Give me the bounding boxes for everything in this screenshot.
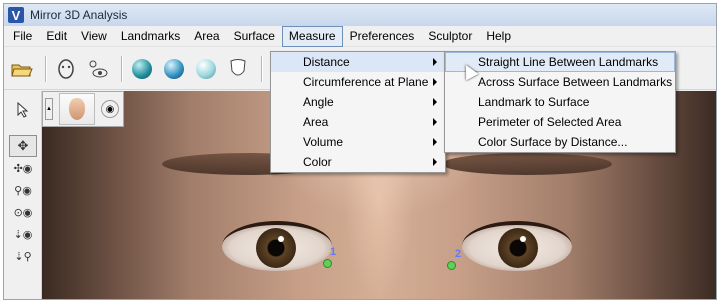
shaded-view-button[interactable] <box>128 55 156 83</box>
menu-item-label: Distance <box>303 55 350 69</box>
app-window: V Mirror 3D Analysis File Edit View Land… <box>3 3 717 300</box>
menu-bar: File Edit View Landmarks Area Surface Me… <box>4 25 716 47</box>
menu-measure[interactable]: Measure <box>281 25 343 47</box>
eye-glint <box>278 236 284 242</box>
pan-view-tool[interactable]: ✣◉ <box>9 157 37 179</box>
landmark-label-2: 2 <box>455 248 462 260</box>
tool-sidebar: ✥ ✣◉ ⚲◉ ⊙◉ ⇣◉ ⇣⚲ <box>4 91 42 299</box>
folder-icon <box>11 64 33 76</box>
submenu-arrow-icon <box>433 78 437 86</box>
menu-item-angle[interactable]: Angle <box>271 92 445 112</box>
menu-item-area[interactable]: Area <box>271 112 445 132</box>
texture-view-button[interactable] <box>160 55 188 83</box>
menu-landmarks[interactable]: Landmarks <box>114 26 187 47</box>
landmark-view-button[interactable] <box>84 55 112 83</box>
landmark-point-2[interactable] <box>447 261 456 270</box>
model-preview-panel: ▲ ◉ <box>42 91 124 127</box>
left-eye <box>222 221 332 271</box>
mask-icon <box>230 58 246 75</box>
submenu-item-landmark-to-surface[interactable]: Landmark to Surface <box>445 92 675 112</box>
zoom-dolly-tool[interactable]: ⇣⚲ <box>9 245 37 267</box>
menu-edit[interactable]: Edit <box>39 26 74 47</box>
panel-collapse-button[interactable]: ▲ <box>45 98 53 120</box>
menu-surface[interactable]: Surface <box>227 26 282 47</box>
submenu-arrow-icon <box>433 138 437 146</box>
toolbar-separator <box>261 55 263 82</box>
dolly-eye-icon: ⇣◉ <box>13 228 33 241</box>
distance-submenu: Straight Line Between Landmarks Across S… <box>444 51 676 153</box>
menu-preferences[interactable]: Preferences <box>343 26 422 47</box>
zoom-view-tool[interactable]: ⚲◉ <box>9 179 37 201</box>
arrow-cursor-icon <box>17 102 29 118</box>
menu-item-label: Perimeter of Selected Area <box>478 115 622 129</box>
move-eye-icon: ✣◉ <box>13 162 33 175</box>
menu-item-label: Straight Line Between Landmarks <box>478 55 659 69</box>
submenu-item-perimeter[interactable]: Perimeter of Selected Area <box>445 112 675 132</box>
submenu-arrow-icon <box>433 98 437 106</box>
landmark-label-1: 1 <box>330 246 337 258</box>
zoom-eye-icon: ⚲◉ <box>14 184 32 197</box>
eye-glint <box>520 236 526 242</box>
menu-item-label: Color Surface by Distance... <box>478 135 628 149</box>
window-title: Mirror 3D Analysis <box>30 8 128 22</box>
measure-dropdown: Distance Circumference at Plane Angle Ar… <box>270 51 446 173</box>
submenu-item-color-surface[interactable]: Color Surface by Distance... <box>445 132 675 152</box>
model-thumbnail[interactable] <box>59 93 95 125</box>
submenu-arrow-icon <box>433 118 437 126</box>
visibility-eye-icon[interactable]: ◉ <box>101 100 119 118</box>
face-outline-button[interactable] <box>52 55 80 83</box>
menu-item-label: Landmark to Surface <box>478 95 590 109</box>
landmark-point-1[interactable] <box>323 259 332 268</box>
right-eyebrow <box>442 153 612 175</box>
right-iris <box>498 228 538 268</box>
left-iris <box>256 228 296 268</box>
menu-item-label: Across Surface Between Landmarks <box>478 75 673 89</box>
select-arrow-tool[interactable] <box>9 99 37 121</box>
orbit-view-tool[interactable]: ⊙◉ <box>9 201 37 223</box>
submenu-arrow-icon <box>433 158 437 166</box>
menu-item-distance[interactable]: Distance <box>271 52 445 72</box>
mask-view-button[interactable] <box>224 55 252 83</box>
head-thumbnail-icon <box>69 98 85 120</box>
shaded-sphere-icon <box>132 58 152 79</box>
right-eye <box>462 221 572 271</box>
menu-item-label: Area <box>303 115 329 129</box>
face-outline-icon <box>58 58 74 79</box>
menu-item-circumference[interactable]: Circumference at Plane <box>271 72 445 92</box>
app-logo-icon: V <box>8 7 24 23</box>
menu-help[interactable]: Help <box>479 26 518 47</box>
submenu-item-across-surface[interactable]: Across Surface Between Landmarks <box>445 72 675 92</box>
dolly-view-tool[interactable]: ⇣◉ <box>9 223 37 245</box>
menu-view[interactable]: View <box>74 26 114 47</box>
open-folder-button[interactable] <box>8 55 36 83</box>
menu-item-label: Circumference at Plane <box>303 75 429 89</box>
menu-file[interactable]: File <box>6 26 39 47</box>
texture-sphere-icon <box>164 58 184 79</box>
menu-item-label: Color <box>303 155 332 169</box>
rotate-icon: ✥ <box>17 138 29 153</box>
zoom-dolly-eye-icon: ⇣⚲ <box>14 250 32 263</box>
menu-item-color[interactable]: Color <box>271 152 445 172</box>
toolbar-separator <box>121 55 123 82</box>
rotate-view-tool[interactable]: ✥ <box>9 135 37 157</box>
submenu-arrow-icon <box>433 58 437 66</box>
orbit-eye-icon: ⊙◉ <box>13 206 33 219</box>
menu-item-label: Volume <box>303 135 344 149</box>
wire-sphere-icon <box>196 58 216 79</box>
menu-item-label: Angle <box>303 95 334 109</box>
menu-area[interactable]: Area <box>187 26 226 47</box>
wire-view-button[interactable] <box>192 55 220 83</box>
toolbar-separator <box>45 55 47 82</box>
eye-toggle-icon <box>89 60 108 77</box>
submenu-item-straight-line[interactable]: Straight Line Between Landmarks <box>445 52 675 72</box>
title-bar[interactable]: V Mirror 3D Analysis <box>4 4 716 26</box>
menu-item-volume[interactable]: Volume <box>271 132 445 152</box>
menu-sculptor[interactable]: Sculptor <box>421 26 479 47</box>
